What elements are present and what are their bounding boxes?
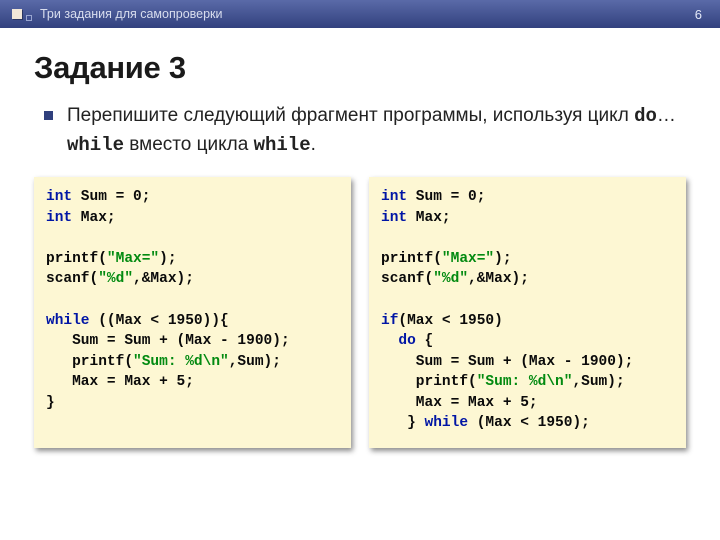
code-token: printf( — [381, 251, 442, 267]
code-token: (Max < 1950); — [468, 415, 590, 431]
code-token: "Max=" — [107, 251, 159, 267]
code-token: printf( — [381, 374, 477, 390]
code-token: "Sum: %d\n" — [133, 354, 229, 370]
task-keyword: do — [634, 105, 657, 127]
code-token: "%d" — [98, 271, 133, 287]
code-token: while — [46, 313, 90, 329]
code-token: int — [46, 189, 72, 205]
code-token: printf( — [46, 251, 107, 267]
task-paragraph: Перепишите следующий фрагмент программы,… — [44, 102, 682, 159]
code-token: ,&Max); — [468, 271, 529, 287]
page-title: Задание 3 — [34, 50, 688, 86]
task-text-part: Перепишите следующий фрагмент программы,… — [67, 105, 634, 126]
code-token: int — [46, 210, 72, 226]
code-token: } — [381, 415, 425, 431]
code-token: int — [381, 189, 407, 205]
code-token: if — [381, 313, 398, 329]
code-token: while — [425, 415, 469, 431]
code-token: scanf( — [46, 271, 98, 287]
bullet-icon — [44, 111, 53, 120]
code-token: ((Max < 1950)){ — [90, 313, 229, 329]
slide-content: Задание 3 Перепишите следующий фрагмент … — [0, 28, 720, 448]
code-token: scanf( — [381, 271, 433, 287]
task-keyword: while — [254, 134, 311, 156]
code-token: Max = Max + 5; — [46, 374, 194, 390]
code-block-while: int Sum = 0; int Max; printf("Max="); sc… — [34, 177, 351, 448]
code-token: printf( — [46, 354, 133, 370]
task-text: Перепишите следующий фрагмент программы,… — [67, 102, 682, 159]
code-token: "Sum: %d\n" — [477, 374, 573, 390]
header-left: Три задания для самопроверки — [12, 7, 695, 21]
page-number: 6 — [695, 7, 708, 22]
code-token — [381, 333, 398, 349]
code-token: ); — [159, 251, 176, 267]
header-subbullet-icon — [26, 15, 32, 21]
task-text-part: … — [657, 105, 676, 126]
code-token: "Max=" — [442, 251, 494, 267]
code-token: Sum = 0; — [407, 189, 485, 205]
code-token: "%d" — [433, 271, 468, 287]
code-block-dowhile: int Sum = 0; int Max; printf("Max="); sc… — [369, 177, 686, 448]
code-columns: int Sum = 0; int Max; printf("Max="); sc… — [32, 177, 688, 448]
code-token: Max; — [407, 210, 451, 226]
code-token: Sum = Sum + (Max - 1900); — [381, 354, 633, 370]
task-text-part: вместо цикла — [124, 134, 254, 155]
code-token: ,&Max); — [133, 271, 194, 287]
header-bar: Три задания для самопроверки 6 — [0, 0, 720, 28]
code-token: } — [46, 395, 55, 411]
task-keyword: while — [67, 134, 124, 156]
code-token: Max = Max + 5; — [381, 395, 538, 411]
code-token: Max; — [72, 210, 116, 226]
code-token: Sum = Sum + (Max - 1900); — [46, 333, 290, 349]
code-token: ); — [494, 251, 511, 267]
code-token: Sum = 0; — [72, 189, 150, 205]
code-token: ,Sum); — [572, 374, 624, 390]
code-token: int — [381, 210, 407, 226]
header-bullet-icon — [12, 9, 22, 19]
code-token: ,Sum); — [229, 354, 281, 370]
task-text-part: . — [311, 134, 316, 155]
code-token: { — [416, 333, 433, 349]
code-token: do — [398, 333, 415, 349]
breadcrumb: Три задания для самопроверки — [40, 7, 223, 21]
code-token: (Max < 1950) — [398, 313, 502, 329]
